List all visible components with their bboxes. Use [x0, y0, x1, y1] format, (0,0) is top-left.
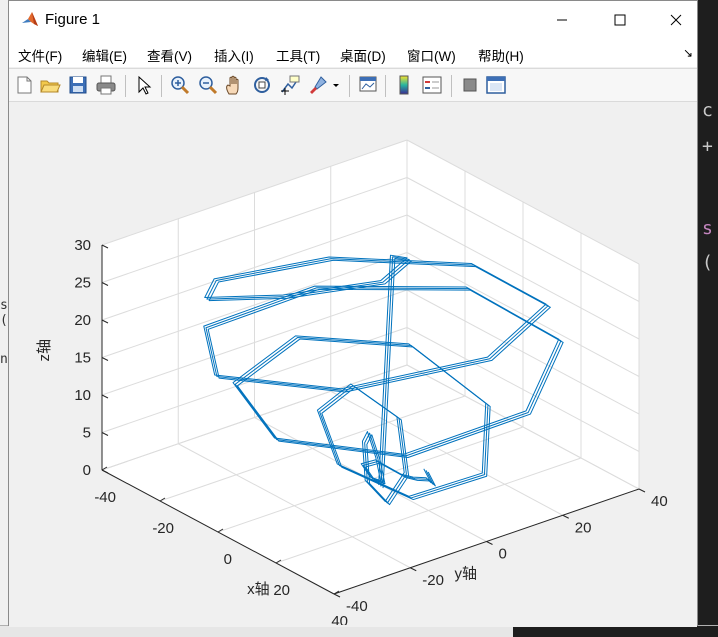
open-file-icon[interactable]: [39, 74, 61, 96]
z-tick-label: 10: [74, 387, 91, 404]
y-axis-label: y轴: [454, 565, 477, 582]
x-axis-label: x轴: [247, 581, 270, 598]
y-tick-label: -40: [346, 598, 368, 615]
menu-file[interactable]: 文件(F): [18, 45, 62, 65]
matlab-icon: [21, 11, 39, 29]
background-text: s: [702, 218, 713, 239]
pointer-icon[interactable]: [133, 74, 155, 96]
background-text: n: [0, 352, 8, 367]
x-tick-label: -40: [94, 489, 116, 506]
zoom-out-icon[interactable]: [197, 74, 219, 96]
new-figure-icon[interactable]: [13, 74, 35, 96]
window-title: Figure 1: [45, 11, 101, 28]
z-tick-label: 0: [83, 462, 91, 479]
y-tick: [562, 514, 569, 519]
zoom-in-icon[interactable]: [169, 74, 191, 96]
z-tick-label: 20: [74, 312, 91, 329]
y-tick: [333, 593, 341, 598]
background-editor-right: c + s (: [698, 0, 718, 636]
rotate-3d-icon[interactable]: [251, 74, 273, 96]
background-text: +: [702, 136, 713, 157]
menu-insert[interactable]: 插入(I): [214, 45, 254, 65]
maximize-button[interactable]: [597, 1, 643, 39]
z-tick-label: 25: [74, 275, 91, 292]
save-icon[interactable]: [67, 74, 89, 96]
menu-desktop[interactable]: 桌面(D): [340, 45, 386, 65]
print-icon[interactable]: [95, 74, 117, 96]
show-plot-tools-icon[interactable]: [485, 74, 507, 96]
y-tick-label: 0: [499, 546, 507, 563]
menu-view[interactable]: 查看(V): [147, 45, 192, 65]
link-plot-icon[interactable]: [357, 74, 379, 96]
brush-icon[interactable]: [307, 74, 329, 96]
toolbar-separator: [349, 75, 350, 97]
minimize-icon: [557, 19, 567, 21]
y-tick: [638, 488, 646, 493]
z-tick-label: 30: [74, 237, 91, 254]
figure-window: Figure 1 文件(F) 编辑(E) 查看(V) 插入(I) 工具(T) 桌…: [8, 0, 698, 630]
data-cursor-icon[interactable]: [279, 74, 301, 96]
figure-toolbar: [9, 68, 697, 102]
background-text: c: [702, 100, 713, 121]
title-bar[interactable]: Figure 1: [9, 1, 697, 39]
menu-help[interactable]: 帮助(H): [478, 45, 524, 65]
menu-overflow-arrow[interactable]: ↘: [683, 46, 693, 60]
menu-window[interactable]: 窗口(W): [407, 45, 456, 65]
pan-hand-icon[interactable]: [223, 74, 245, 96]
x-tick-label: -20: [152, 520, 174, 537]
toolbar-separator: [385, 75, 386, 97]
brush-dropdown-icon[interactable]: [331, 74, 341, 96]
x-tick-label: 20: [273, 582, 290, 599]
z-tick-label: 5: [83, 425, 91, 442]
y-tick-label: -20: [422, 572, 444, 589]
x-tick-label: 0: [224, 551, 232, 568]
hide-plot-tools-icon[interactable]: [459, 74, 481, 96]
z-axis-label: z轴: [36, 339, 53, 362]
legend-icon[interactable]: [421, 74, 443, 96]
y-tick-label: 40: [651, 493, 668, 510]
menu-tools[interactable]: 工具(T): [276, 45, 320, 65]
y-tick: [410, 567, 417, 572]
toolbar-separator: [161, 75, 162, 97]
close-button[interactable]: [653, 1, 699, 39]
plot-area: -40 -20 0 20 40 -40 -20 0 20 40 0 5 10 15 20 25 30 x轴 y轴 z轴: [9, 102, 697, 630]
axes-3d[interactable]: -40-2002040-40-2002040051015202530x轴y轴z轴: [9, 102, 697, 630]
y-tick: [486, 541, 493, 545]
menu-edit[interactable]: 编辑(E): [82, 45, 127, 65]
colorbar-icon[interactable]: [393, 74, 415, 96]
toolbar-separator: [451, 75, 452, 97]
menu-bar: 文件(F) 编辑(E) 查看(V) 插入(I) 工具(T) 桌面(D) 窗口(W…: [9, 39, 697, 67]
maximize-icon: [614, 14, 626, 26]
close-icon: [670, 14, 682, 26]
z-tick-label: 15: [74, 350, 91, 367]
minimize-button[interactable]: [539, 1, 585, 39]
background-text: (: [702, 252, 713, 273]
toolbar-separator: [125, 75, 126, 97]
y-tick-label: 20: [575, 519, 592, 536]
